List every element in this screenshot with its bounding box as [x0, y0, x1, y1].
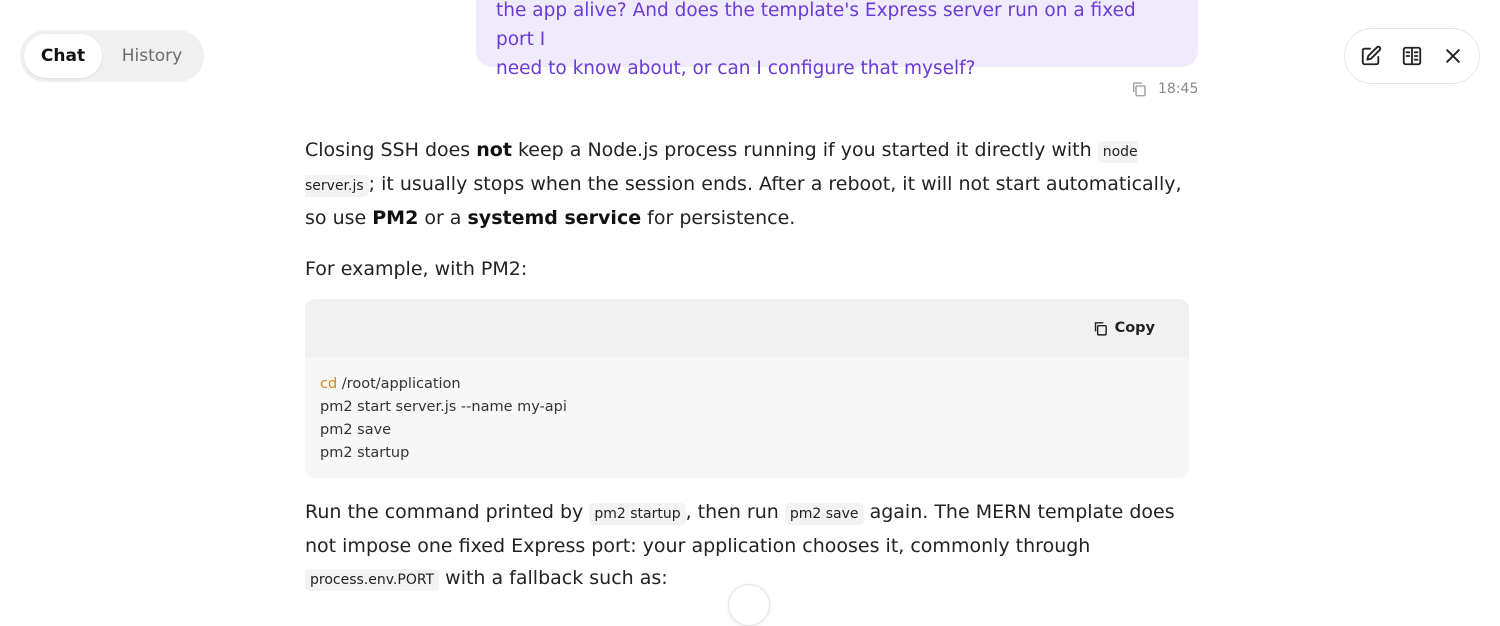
copy-icon[interactable] [1130, 80, 1148, 98]
message-meta: 18:45 [1130, 80, 1198, 98]
code-line: cd /root/application [320, 373, 1174, 396]
text: for persistence. [641, 207, 796, 229]
view-tabs: Chat History [20, 30, 204, 82]
user-message-line: the app alive? And does the template's E… [496, 0, 1136, 50]
text: , then run [685, 501, 785, 523]
copy-code-button[interactable]: Copy [1092, 320, 1155, 337]
assistant-answer-continued: Run the command printed by pm2 startup, … [305, 496, 1189, 596]
inline-code: process.env.PORT [305, 569, 440, 591]
message-timestamp: 18:45 [1158, 81, 1199, 97]
bold-text: PM2 [372, 207, 419, 229]
code-block-header: Copy [305, 299, 1189, 357]
close-icon [1445, 49, 1460, 63]
reader-icon [1402, 46, 1422, 66]
answer-paragraph: Closing SSH does not keep a Node.js proc… [305, 134, 1189, 234]
text: or a [418, 207, 468, 229]
code-line: pm2 start server.js --name my-api [320, 399, 567, 415]
code-content: cd /root/application pm2 start server.js… [305, 357, 1189, 478]
answer-paragraph: Run the command printed by pm2 startup, … [305, 496, 1189, 596]
tab-history[interactable]: History [104, 34, 200, 78]
inline-code: pm2 save [784, 503, 864, 525]
copy-label: Copy [1114, 320, 1155, 336]
panel-toolbar [1344, 28, 1480, 84]
bold-text: systemd service [467, 207, 642, 229]
code-text: /root/application [337, 376, 461, 392]
text: with a fallback such as: [439, 567, 668, 589]
reader-mode-button[interactable] [1395, 39, 1429, 73]
code-keyword: cd [320, 376, 338, 392]
scroll-to-bottom-button[interactable] [728, 584, 770, 626]
user-message-bubble: the app alive? And does the template's E… [476, 0, 1198, 79]
text: Closing SSH does [305, 139, 477, 161]
user-message-line: need to know about, or can I configure t… [496, 58, 976, 79]
code-block: Copy cd /root/application pm2 start serv… [305, 299, 1189, 478]
text: Run the command printed by [305, 501, 590, 523]
tab-chat[interactable]: Chat [24, 34, 102, 78]
inline-code: pm2 startup [589, 503, 686, 525]
copy-icon [1094, 321, 1107, 336]
answer-paragraph: For example, with PM2: [305, 258, 528, 280]
new-chat-icon [1362, 45, 1382, 66]
assistant-answer: Closing SSH does not keep a Node.js proc… [305, 134, 1189, 304]
close-button[interactable] [1436, 39, 1470, 73]
text: keep a Node.js process running if you st… [511, 139, 1098, 161]
code-line: pm2 startup [320, 445, 410, 461]
new-chat-button[interactable] [1354, 39, 1388, 73]
code-line: pm2 save [320, 422, 392, 438]
bold-text: not [476, 139, 512, 161]
